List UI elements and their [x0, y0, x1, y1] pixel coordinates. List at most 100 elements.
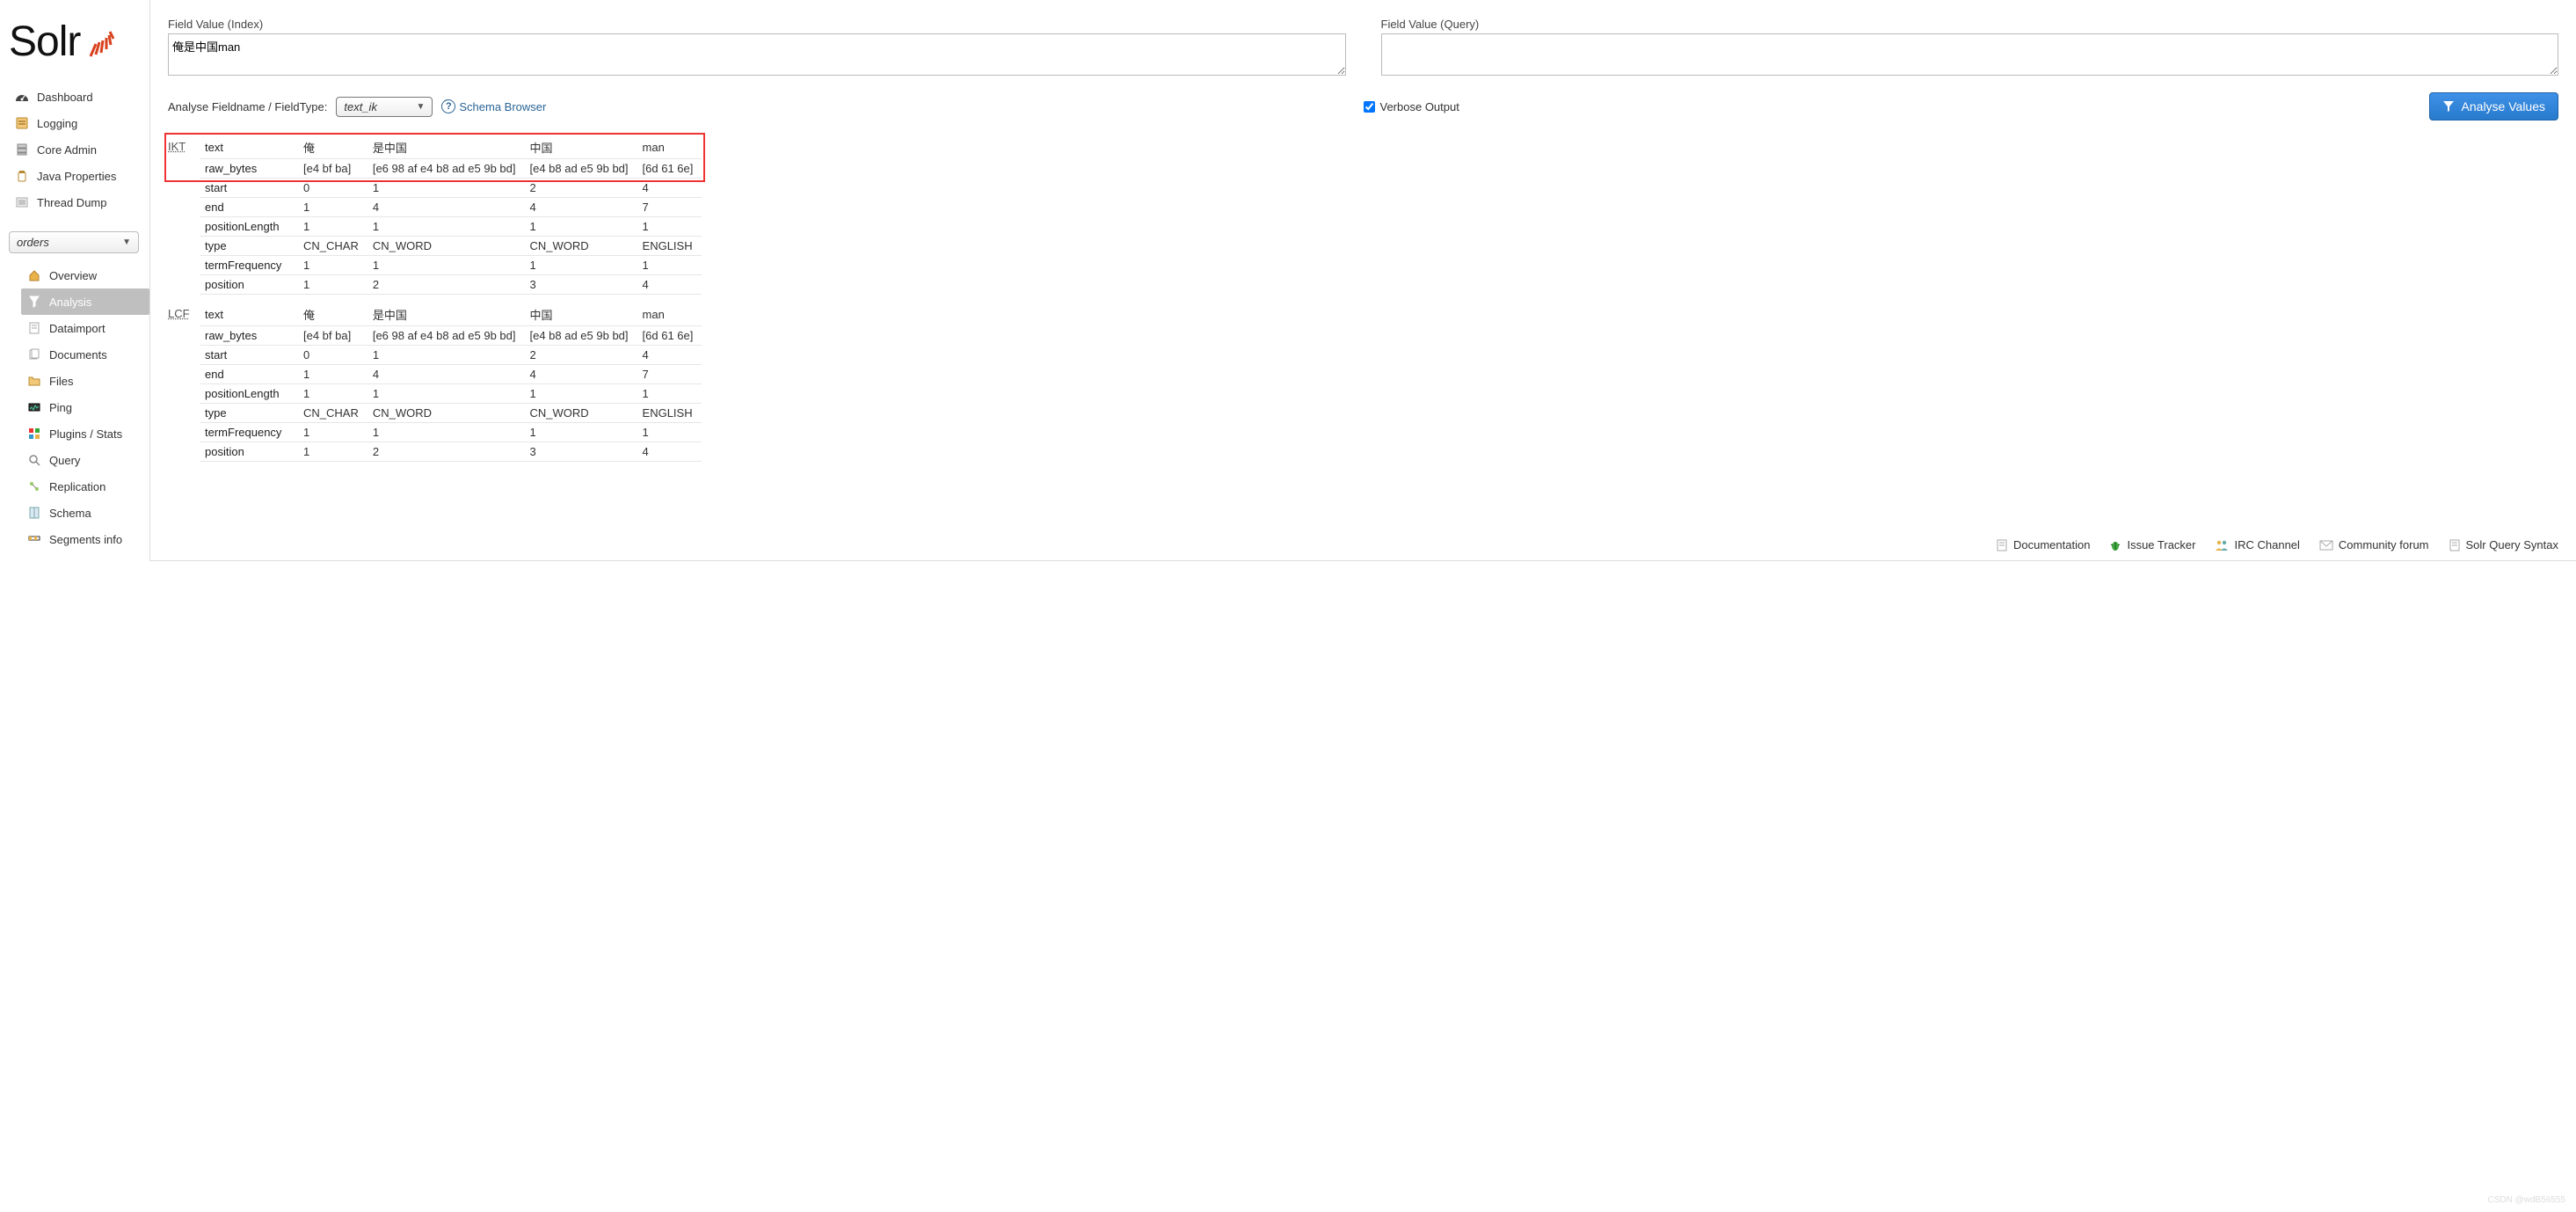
folder-icon: [26, 374, 42, 388]
nav-item-logging[interactable]: Logging: [9, 110, 149, 136]
subnav-replication[interactable]: Replication: [21, 473, 149, 500]
row-label: start: [200, 179, 298, 198]
gauge-icon: [14, 90, 30, 104]
footer-issue-tracker[interactable]: Issue Tracker: [2109, 538, 2195, 551]
subnav-ping[interactable]: Ping: [21, 394, 149, 420]
subnav-label: Overview: [49, 269, 97, 282]
token-cell: 4: [367, 365, 525, 384]
stack-icon: [14, 195, 30, 209]
token-cell: 4: [524, 365, 637, 384]
analyse-values-button[interactable]: Analyse Values: [2429, 92, 2558, 120]
row-label: raw_bytes: [200, 326, 298, 346]
token-cell: 1: [298, 442, 367, 462]
token-cell: 1: [637, 256, 702, 275]
token-cell: [e4 bf ba]: [298, 159, 367, 179]
subnav-label: Schema: [49, 507, 91, 520]
token-cell: 1: [637, 217, 702, 237]
footer-community[interactable]: Community forum: [2319, 538, 2429, 551]
token-cell: 0: [298, 346, 367, 365]
subnav-documents[interactable]: Documents: [21, 341, 149, 368]
query-field-label: Field Value (Query): [1381, 18, 2559, 31]
home-icon: [26, 268, 42, 282]
token-cell: 1: [524, 217, 637, 237]
subnav-label: Dataimport: [49, 322, 106, 335]
analysis-results: IKTtext俺是中国中国manraw_bytes[e4 bf ba][e6 9…: [150, 131, 2576, 483]
nav-label: Thread Dump: [37, 196, 106, 209]
token-cell: [6d 61 6e]: [637, 159, 702, 179]
mail-icon: [2319, 540, 2333, 551]
doc-icon: [2449, 539, 2461, 551]
subnav-label: Documents: [49, 348, 107, 361]
token-cell: 俺: [298, 136, 367, 159]
documents-icon: [26, 347, 42, 361]
token-cell: CN_WORD: [524, 404, 637, 423]
footer-links: Documentation Issue Tracker IRC Channel …: [150, 529, 2576, 560]
token-cell: 1: [298, 384, 367, 404]
chevron-down-icon: ▼: [416, 102, 425, 112]
token-cell: 7: [637, 198, 702, 217]
analyse-fieldname-label: Analyse Fieldname / FieldType:: [168, 100, 327, 113]
nav-item-java-properties[interactable]: Java Properties: [9, 163, 149, 189]
token-cell: 1: [524, 423, 637, 442]
token-cell: CN_WORD: [367, 237, 525, 256]
token-cell: [e4 b8 ad e5 9b bd]: [524, 159, 637, 179]
token-cell: 4: [637, 275, 702, 295]
chevron-down-icon: ▼: [122, 237, 131, 247]
document-import-icon: [26, 321, 42, 335]
row-label: type: [200, 404, 298, 423]
subnav-analysis[interactable]: Analysis: [21, 288, 149, 315]
nav-label: Logging: [37, 117, 77, 130]
footer-irc[interactable]: IRC Channel: [2215, 538, 2299, 551]
token-cell: 1: [298, 275, 367, 295]
token-cell: 1: [298, 198, 367, 217]
row-label: position: [200, 275, 298, 295]
nav-label: Java Properties: [37, 170, 116, 183]
subnav-overview[interactable]: Overview: [21, 262, 149, 288]
token-cell: 2: [367, 442, 525, 462]
fieldtype-select[interactable]: text_ik ▼: [336, 97, 433, 117]
subnav-query[interactable]: Query: [21, 447, 149, 473]
watermark: CSDN @wdB56555: [2487, 1195, 2565, 1205]
token-cell: CN_WORD: [367, 404, 525, 423]
schema-browser-link[interactable]: ? Schema Browser: [441, 99, 546, 113]
field-value-query-input[interactable]: [1381, 33, 2559, 76]
subnav-segments[interactable]: Segments info: [21, 526, 149, 552]
token-cell: 4: [524, 198, 637, 217]
row-label: positionLength: [200, 384, 298, 404]
footer-documentation[interactable]: Documentation: [1996, 538, 2090, 551]
stage-tag: IKT: [168, 136, 200, 153]
ping-icon: [26, 400, 42, 414]
logo-sun-icon: [84, 26, 115, 58]
row-label: termFrequency: [200, 256, 298, 275]
verbose-output-toggle[interactable]: Verbose Output: [1364, 100, 1459, 113]
nav-item-dashboard[interactable]: Dashboard: [9, 84, 149, 110]
token-cell: [e4 bf ba]: [298, 326, 367, 346]
row-label: termFrequency: [200, 423, 298, 442]
token-cell: 1: [367, 256, 525, 275]
token-cell: ENGLISH: [637, 237, 702, 256]
footer-label: IRC Channel: [2234, 538, 2299, 551]
nav-item-core-admin[interactable]: Core Admin: [9, 136, 149, 163]
core-selector[interactable]: orders ▼: [9, 231, 139, 253]
subnav-files[interactable]: Files: [21, 368, 149, 394]
subnav-schema[interactable]: Schema: [21, 500, 149, 526]
field-value-index-input[interactable]: [168, 33, 1346, 76]
subnav-plugins[interactable]: Plugins / Stats: [21, 420, 149, 447]
row-label: text: [200, 136, 298, 159]
footer-query-syntax[interactable]: Solr Query Syntax: [2449, 538, 2559, 551]
nav-label: Core Admin: [37, 143, 97, 157]
replication-icon: [26, 479, 42, 493]
token-cell: 1: [367, 423, 525, 442]
nav-item-thread-dump[interactable]: Thread Dump: [9, 189, 149, 215]
subnav-label: Ping: [49, 401, 72, 414]
token-cell: 1: [367, 384, 525, 404]
token-cell: 7: [637, 365, 702, 384]
token-cell: 4: [367, 198, 525, 217]
token-cell: 1: [524, 256, 637, 275]
token-cell: 1: [524, 384, 637, 404]
verbose-checkbox[interactable]: [1364, 101, 1375, 113]
token-cell: [6d 61 6e]: [637, 326, 702, 346]
token-cell: 3: [524, 442, 637, 462]
bug-icon: [2109, 539, 2121, 551]
subnav-dataimport[interactable]: Dataimport: [21, 315, 149, 341]
